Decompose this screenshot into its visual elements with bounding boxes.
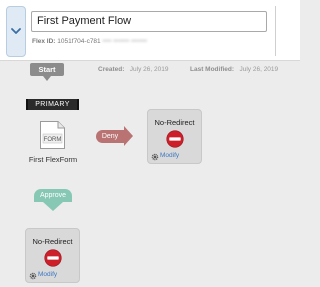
header-divider — [275, 6, 276, 56]
chevron-down-icon — [11, 28, 21, 34]
modified-date: July 26, 2019 — [239, 66, 279, 73]
form-icon-text: FORM — [44, 137, 62, 143]
approve-arrow-tip — [43, 202, 63, 211]
no-entry-icon — [166, 130, 184, 148]
flex-id-value: 1051f704-c781 — [57, 38, 101, 45]
gear-icon — [29, 272, 37, 280]
modified-info: Last Modified: July 26, 2019 — [190, 66, 278, 73]
redirect-node-title: No-Redirect — [32, 237, 73, 246]
start-arrow — [43, 76, 51, 81]
created-info: Created: July 26, 2019 — [98, 66, 168, 73]
modify-link[interactable]: Modify — [160, 152, 179, 159]
gear-icon — [151, 153, 159, 161]
modified-label: Last Modified: — [190, 66, 235, 73]
modify-link[interactable]: Modify — [38, 271, 57, 278]
deny-redirect-node[interactable]: No-Redirect Modify — [147, 109, 202, 164]
form-name-label[interactable]: First FlexForm — [20, 155, 86, 164]
flow-title-input[interactable]: First Payment Flow — [31, 11, 267, 32]
flow-canvas: Start Created: July 26, 2019 Last Modifi… — [0, 61, 300, 287]
flex-id: Flex ID: 1051f704-c781 •••• ••••••• ••••… — [32, 38, 147, 45]
no-entry-icon — [44, 249, 62, 267]
flex-id-label: Flex ID: — [32, 38, 56, 45]
created-date: July 26, 2019 — [129, 66, 169, 73]
start-badge: Start — [30, 63, 64, 76]
flex-id-obscured: •••• ••••••• ••••••• — [102, 38, 148, 45]
approve-redirect-node[interactable]: No-Redirect Modify — [25, 228, 80, 283]
deny-arrow-tip — [124, 126, 133, 146]
deny-path-badge[interactable]: Deny — [96, 130, 124, 143]
redirect-node-title: No-Redirect — [154, 118, 195, 127]
flow-header: First Payment Flow Flex ID: 1051f704-c78… — [0, 0, 300, 61]
form-document-icon[interactable]: FORM — [39, 120, 66, 150]
expand-toggle-button[interactable] — [6, 6, 26, 57]
approve-path-badge[interactable]: Approve — [34, 189, 72, 202]
primary-tag: PRIMARY — [26, 99, 79, 110]
created-label: Created: — [98, 66, 125, 73]
